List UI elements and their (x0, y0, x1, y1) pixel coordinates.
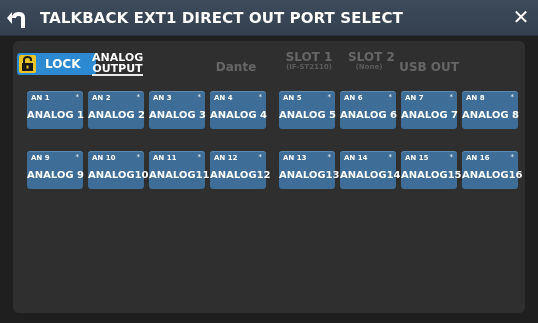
port-number: AN 3 (153, 94, 172, 102)
port-name: ANALOG 8 (462, 110, 520, 121)
port-name: ANALOG11 (149, 170, 210, 181)
port-number: AN 15 (405, 154, 429, 162)
lock-label: LOCK (45, 57, 81, 71)
port-button-an15[interactable]: AN 15 * ANALOG15 (401, 151, 462, 189)
port-number: AN 12 (214, 154, 238, 162)
assigned-marker: * (258, 93, 263, 101)
assigned-marker: * (197, 93, 202, 101)
port-number: AN 6 (344, 94, 363, 102)
port-name: ANALOG 9 (27, 170, 85, 181)
port-number: AN 16 (466, 154, 490, 162)
title-bar: TALKBACK EXT1 DIRECT OUT PORT SELECT ✕ (0, 0, 538, 36)
port-name: ANALOG 4 (210, 110, 268, 121)
tab-slot-2[interactable]: SLOT 2 (None) (348, 50, 395, 72)
port-button-an6[interactable]: AN 6 * ANALOG 6 (340, 91, 398, 129)
port-button-an14[interactable]: AN 14 * ANALOG14 (340, 151, 401, 189)
tab-slot-1-sub: (IF-ST2110) (286, 63, 332, 71)
port-name: ANALOG13 (279, 170, 340, 181)
tab-slot-2-label: SLOT 2 (348, 50, 395, 64)
tab-slot-1[interactable]: SLOT 1 (IF-ST2110) (281, 51, 337, 72)
port-button-an8[interactable]: AN 8 * ANALOG 8 (462, 91, 520, 129)
port-name: ANALOG 7 (401, 110, 459, 121)
port-name: ANALOG14 (340, 170, 401, 181)
port-name: ANALOG16 (462, 170, 523, 181)
port-panel: LOCK ANALOG OUTPUT Dante SLOT 1 (IF-ST21… (13, 41, 525, 313)
port-button-an12[interactable]: AN 12 * ANALOG12 (210, 151, 271, 189)
padlock-icon (19, 55, 36, 73)
port-name: ANALOG 1 (27, 110, 85, 121)
port-button-an10[interactable]: AN 10 * ANALOG10 (88, 151, 149, 189)
tab-dante-label: Dante (215, 60, 257, 74)
tab-analog-output-line2: OUTPUT (92, 62, 143, 75)
close-icon: ✕ (512, 5, 530, 29)
assigned-marker: * (388, 93, 393, 101)
assigned-marker: * (449, 153, 454, 161)
tab-slot-2-sub: (None) (355, 63, 383, 71)
port-select-window: TALKBACK EXT1 DIRECT OUT PORT SELECT ✕ L… (0, 0, 538, 323)
tab-slot-1-label: SLOT 1 (285, 50, 333, 64)
assigned-marker: * (258, 153, 263, 161)
assigned-marker: * (197, 153, 202, 161)
tab-dante[interactable]: Dante (211, 61, 261, 73)
port-number: AN 9 (31, 154, 50, 162)
port-button-an2[interactable]: AN 2 * ANALOG 2 (88, 91, 146, 129)
port-number: AN 14 (344, 154, 368, 162)
port-name: ANALOG10 (88, 170, 149, 181)
port-number: AN 1 (31, 94, 50, 102)
assigned-marker: * (136, 153, 141, 161)
port-name: ANALOG 6 (340, 110, 398, 121)
port-button-an16[interactable]: AN 16 * ANALOG16 (462, 151, 523, 189)
tab-usb-out-label: USB OUT (399, 60, 459, 74)
port-button-an4[interactable]: AN 4 * ANALOG 4 (210, 91, 268, 129)
assigned-marker: * (388, 153, 393, 161)
port-button-an1[interactable]: AN 1 * ANALOG 1 (27, 91, 85, 129)
assigned-marker: * (327, 93, 332, 101)
port-number: AN 7 (405, 94, 424, 102)
port-number: AN 11 (153, 154, 177, 162)
port-number: AN 5 (283, 94, 302, 102)
assigned-marker: * (449, 93, 454, 101)
port-button-an3[interactable]: AN 3 * ANALOG 3 (149, 91, 207, 129)
port-name: ANALOG12 (210, 170, 271, 181)
assigned-marker: * (75, 153, 80, 161)
tab-usb-out[interactable]: USB OUT (399, 61, 459, 73)
back-arrow-icon (7, 12, 25, 28)
assigned-marker: * (327, 153, 332, 161)
port-button-an11[interactable]: AN 11 * ANALOG11 (149, 151, 210, 189)
back-button[interactable] (4, 4, 30, 30)
port-number: AN 2 (92, 94, 111, 102)
tab-analog-output[interactable]: ANALOG OUTPUT (92, 52, 143, 74)
port-button-an13[interactable]: AN 13 * ANALOG13 (279, 151, 340, 189)
window-title: TALKBACK EXT1 DIRECT OUT PORT SELECT (40, 9, 403, 27)
assigned-marker: * (510, 93, 515, 101)
port-number: AN 13 (283, 154, 307, 162)
assigned-marker: * (510, 153, 515, 161)
lock-button[interactable]: LOCK (17, 53, 96, 75)
port-button-an9[interactable]: AN 9 * ANALOG 9 (27, 151, 85, 189)
assigned-marker: * (75, 93, 80, 101)
port-number: AN 8 (466, 94, 485, 102)
port-name: ANALOG 5 (279, 110, 337, 121)
port-button-an7[interactable]: AN 7 * ANALOG 7 (401, 91, 459, 129)
active-tab-indicator (92, 74, 143, 76)
port-name: ANALOG15 (401, 170, 462, 181)
assigned-marker: * (136, 93, 141, 101)
port-name: ANALOG 3 (149, 110, 207, 121)
port-number: AN 10 (92, 154, 116, 162)
close-button[interactable]: ✕ (510, 6, 532, 28)
port-number: AN 4 (214, 94, 233, 102)
port-name: ANALOG 2 (88, 110, 146, 121)
port-button-an5[interactable]: AN 5 * ANALOG 5 (279, 91, 337, 129)
